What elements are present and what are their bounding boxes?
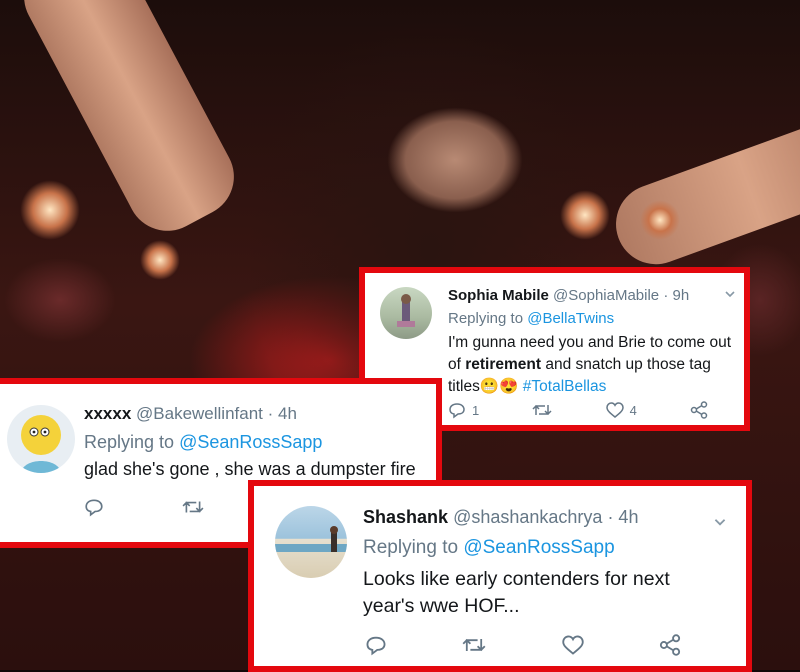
reply-icon bbox=[366, 636, 386, 656]
author-handle[interactable]: @Bakewellinfant bbox=[136, 404, 263, 423]
stage-light bbox=[140, 240, 180, 280]
replying-label: Replying to bbox=[84, 432, 175, 452]
tweet-text-line: titles😬😍 #TotalBellas bbox=[448, 378, 607, 395]
like-icon bbox=[561, 635, 584, 655]
avatar[interactable] bbox=[7, 405, 75, 473]
replying-label: Replying to bbox=[448, 310, 524, 327]
stage-light bbox=[560, 190, 610, 240]
chevron-down-icon[interactable] bbox=[723, 287, 737, 306]
cartoon-avatar-icon bbox=[21, 415, 61, 473]
like-button[interactable] bbox=[561, 635, 584, 655]
reply-mention[interactable]: @SeanRossSapp bbox=[179, 432, 322, 452]
raised-arm-right bbox=[604, 104, 800, 276]
author-name[interactable]: xxxxx bbox=[84, 404, 131, 423]
share-icon bbox=[659, 634, 681, 656]
hashtag[interactable]: #TotalBellas bbox=[523, 378, 607, 395]
retweet-button[interactable] bbox=[182, 498, 204, 516]
beach-photo-icon bbox=[275, 526, 347, 552]
reply-count: 1 bbox=[472, 402, 480, 418]
reply-button[interactable]: 1 bbox=[448, 401, 479, 419]
author-handle[interactable]: @shashankachrya bbox=[453, 507, 602, 527]
tweet-text-line: I'm gunna need you and Brie to come out bbox=[448, 334, 732, 351]
emoji: 😬😍 bbox=[479, 378, 519, 395]
avatar[interactable] bbox=[275, 506, 347, 578]
retweet-icon bbox=[182, 501, 204, 513]
author-name[interactable]: Sophia Mabile bbox=[448, 287, 549, 304]
avatar[interactable] bbox=[380, 287, 432, 339]
retweet-icon bbox=[462, 638, 486, 652]
tweet-time[interactable]: · 4h bbox=[607, 507, 638, 527]
replying-label: Replying to bbox=[363, 537, 459, 558]
like-button[interactable]: 4 bbox=[605, 402, 637, 418]
tweet-text-line: of retirement and snatch up those tag bbox=[448, 356, 711, 373]
like-count: 4 bbox=[629, 402, 637, 418]
stage-light bbox=[640, 200, 680, 240]
reply-mention[interactable]: @BellaTwins bbox=[527, 310, 614, 327]
reply-button[interactable] bbox=[84, 497, 104, 517]
share-icon bbox=[690, 401, 708, 419]
retweet-icon bbox=[532, 404, 552, 416]
reply-icon bbox=[85, 499, 103, 517]
like-icon bbox=[605, 402, 624, 418]
tweet-text-line: year's wwe HOF... bbox=[363, 595, 520, 617]
stage-light bbox=[20, 180, 80, 240]
retweet-button[interactable] bbox=[532, 402, 552, 418]
author-handle[interactable]: @SophiaMabile bbox=[553, 287, 659, 304]
retweet-button[interactable] bbox=[462, 635, 486, 655]
tweet-text-line: Looks like early contenders for next bbox=[363, 568, 670, 590]
share-button[interactable] bbox=[659, 634, 681, 656]
share-button[interactable] bbox=[690, 401, 708, 419]
tweet-time[interactable]: · 9h bbox=[663, 287, 689, 304]
bold-word: retirement bbox=[465, 356, 542, 373]
tweet-text: glad she's gone , she was a dumpster fir… bbox=[84, 459, 416, 479]
reply-mention[interactable]: @SeanRossSapp bbox=[463, 537, 614, 558]
avatar-figure-icon bbox=[397, 294, 415, 327]
author-name[interactable]: Shashank bbox=[363, 507, 448, 527]
tweet-time[interactable]: · 4h bbox=[268, 404, 297, 423]
reply-icon bbox=[449, 403, 465, 419]
chevron-down-icon[interactable] bbox=[712, 514, 728, 535]
tweet-card-shashank[interactable]: Shashank @shashankachrya · 4h Replying t… bbox=[248, 480, 752, 672]
reply-button[interactable] bbox=[365, 634, 387, 656]
